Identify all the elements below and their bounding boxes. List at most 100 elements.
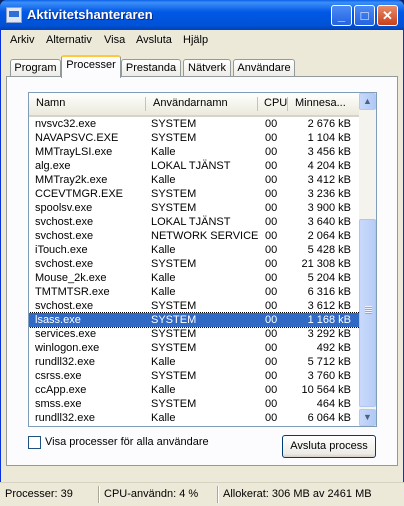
- process-user: SYSTEM: [151, 398, 197, 410]
- column-header-cpu[interactable]: CPU: [257, 93, 287, 114]
- process-memory: 2 064 kB: [307, 230, 351, 242]
- process-name: winlogon.exe: [35, 342, 100, 354]
- minimize-button[interactable]: _: [331, 5, 352, 26]
- vertical-scrollbar[interactable]: ▲ ▼: [359, 93, 376, 426]
- process-memory: 6 316 kB: [307, 286, 351, 298]
- window-title: Aktivitetshanteraren: [27, 7, 153, 22]
- menu-visa[interactable]: Visa: [104, 34, 125, 46]
- process-user: SYSTEM: [151, 258, 197, 270]
- table-row[interactable]: Mouse_2k.exe Kalle 00 5 204 kB: [29, 271, 360, 285]
- process-memory: 1 168 kB: [307, 314, 351, 326]
- column-header-memory[interactable]: Minnesa...: [288, 93, 360, 114]
- table-row[interactable]: rundll32.exe Kalle 00 6 064 kB: [29, 411, 360, 425]
- process-cpu: 00: [265, 412, 278, 424]
- menu-hjalp[interactable]: Hjälp: [183, 34, 208, 46]
- process-user: LOKAL TJÄNST: [151, 160, 231, 172]
- status-bar: Processer: 39 CPU-användn: 4 % Allokerat…: [0, 482, 404, 506]
- process-cpu: 00: [265, 188, 278, 200]
- table-row[interactable]: alg.exe LOKAL TJÄNST 00 4 204 kB: [29, 159, 360, 173]
- table-row[interactable]: csrss.exe SYSTEM 00 3 760 kB: [29, 369, 360, 383]
- scrollbar-thumb[interactable]: [359, 219, 376, 407]
- table-row[interactable]: svchost.exe LOKAL TJÄNST 00 3 640 kB: [29, 215, 360, 229]
- process-cpu: 00: [265, 286, 278, 298]
- process-cpu: 00: [265, 314, 278, 326]
- tab-prestanda[interactable]: Prestanda: [121, 59, 181, 77]
- menu-avsluta[interactable]: Avsluta: [136, 34, 172, 46]
- table-row[interactable]: svchost.exe SYSTEM 00 21 308 kB: [29, 257, 360, 271]
- table-row[interactable]: spoolsv.exe SYSTEM 00 3 900 kB: [29, 201, 360, 215]
- process-memory: 3 760 kB: [307, 370, 351, 382]
- menu-bar: Arkiv Alternativ Visa Avsluta Hjälp: [4, 31, 400, 50]
- menu-alternativ[interactable]: Alternativ: [46, 34, 92, 46]
- process-name: ccApp.exe: [35, 384, 87, 396]
- process-name: rundll32.exe: [35, 412, 95, 424]
- table-row[interactable]: services.exe SYSTEM 00 3 292 kB: [29, 327, 360, 341]
- table-row[interactable]: MMTrayLSI.exe Kalle 00 3 456 kB: [29, 145, 360, 159]
- process-cpu: 00: [265, 146, 278, 158]
- tab-processer[interactable]: Processer: [61, 55, 121, 78]
- grip-icon: [365, 306, 372, 314]
- process-name: svchost.exe: [35, 300, 94, 312]
- tab-program[interactable]: Program: [10, 59, 61, 77]
- tab-natverk[interactable]: Nätverk: [183, 59, 231, 77]
- column-header-user[interactable]: Användarnamn: [146, 93, 258, 114]
- table-row[interactable]: CCEVTMGR.EXE SYSTEM 00 3 236 kB: [29, 187, 360, 201]
- scroll-up-button[interactable]: ▲: [359, 93, 376, 110]
- process-user: SYSTEM: [151, 300, 197, 312]
- process-list[interactable]: Namn Användarnamn CPU Minnesa... nvsvc32…: [28, 92, 377, 427]
- process-name: svchost.exe: [35, 258, 94, 270]
- process-name: rundll32.exe: [35, 356, 95, 368]
- process-memory: 3 236 kB: [307, 188, 351, 200]
- process-cpu: 00: [265, 398, 278, 410]
- title-bar[interactable]: Aktivitetshanteraren _ □ ✕: [0, 0, 404, 30]
- show-all-users-checkbox[interactable]: [28, 436, 41, 449]
- process-cpu: 00: [265, 300, 278, 312]
- table-row[interactable]: MMTray2k.exe Kalle 00 3 412 kB: [29, 173, 360, 187]
- process-memory: 21 308 kB: [301, 258, 351, 270]
- process-name: MMTrayLSI.exe: [35, 146, 113, 158]
- end-process-button[interactable]: Avsluta process: [282, 435, 376, 458]
- tab-anvandare[interactable]: Användare: [233, 59, 295, 77]
- menu-arkiv[interactable]: Arkiv: [10, 34, 34, 46]
- table-row[interactable]: winlogon.exe SYSTEM 00 492 kB: [29, 341, 360, 355]
- table-row[interactable]: NAVAPSVC.EXE SYSTEM 00 1 104 kB: [29, 131, 360, 145]
- process-name: SOUNDMAN.EXE: [35, 425, 124, 426]
- process-memory: 464 kB: [316, 398, 351, 410]
- table-row[interactable]: rundll32.exe Kalle 00 5 712 kB: [29, 355, 360, 369]
- process-user: SYSTEM: [151, 202, 197, 214]
- process-name: Mouse_2k.exe: [35, 272, 107, 284]
- show-all-users-label[interactable]: Visa processer för alla användare: [45, 436, 209, 448]
- process-cpu: 00: [265, 258, 278, 270]
- process-user: Kalle: [151, 356, 176, 368]
- process-user: SYSTEM: [151, 314, 197, 326]
- chevron-up-icon: ▲: [363, 96, 372, 106]
- table-row[interactable]: smss.exe SYSTEM 00 464 kB: [29, 397, 360, 411]
- process-cpu: 00: [265, 384, 278, 396]
- table-row[interactable]: ccApp.exe Kalle 00 10 564 kB: [29, 383, 360, 397]
- scroll-down-button[interactable]: ▼: [359, 409, 376, 426]
- process-name: lsass.exe: [35, 314, 81, 326]
- table-row[interactable]: TMTMTSR.exe Kalle 00 6 316 kB: [29, 285, 360, 299]
- status-processes: Processer: 39: [5, 488, 73, 500]
- table-row[interactable]: iTouch.exe Kalle 00 5 428 kB: [29, 243, 360, 257]
- chevron-down-icon: ▼: [363, 412, 372, 422]
- process-memory: 5 428 kB: [307, 244, 351, 256]
- close-button[interactable]: ✕: [377, 5, 398, 26]
- maximize-button[interactable]: □: [354, 5, 375, 26]
- status-divider: [217, 486, 218, 503]
- column-header-name[interactable]: Namn: [29, 93, 145, 114]
- process-memory: 3 612 kB: [307, 300, 351, 312]
- table-row[interactable]: svchost.exe NETWORK SERVICE 00 2 064 kB: [29, 229, 360, 243]
- process-user: Kalle: [151, 286, 176, 298]
- table-row[interactable]: lsass.exe SYSTEM 00 1 168 kB: [29, 312, 361, 328]
- process-cpu: 00: [265, 160, 278, 172]
- process-user: Kalle: [151, 384, 176, 396]
- process-user: Kalle: [151, 174, 176, 186]
- table-row[interactable]: svchost.exe SYSTEM 00 3 612 kB: [29, 299, 360, 313]
- process-user: SYSTEM: [151, 132, 197, 144]
- process-user: Kalle: [151, 272, 176, 284]
- table-row[interactable]: SOUNDMAN.EXE: [29, 425, 360, 426]
- process-cpu: 00: [265, 370, 278, 382]
- table-row[interactable]: nvsvc32.exe SYSTEM 00 2 676 kB: [29, 117, 360, 131]
- process-name: iTouch.exe: [35, 244, 88, 256]
